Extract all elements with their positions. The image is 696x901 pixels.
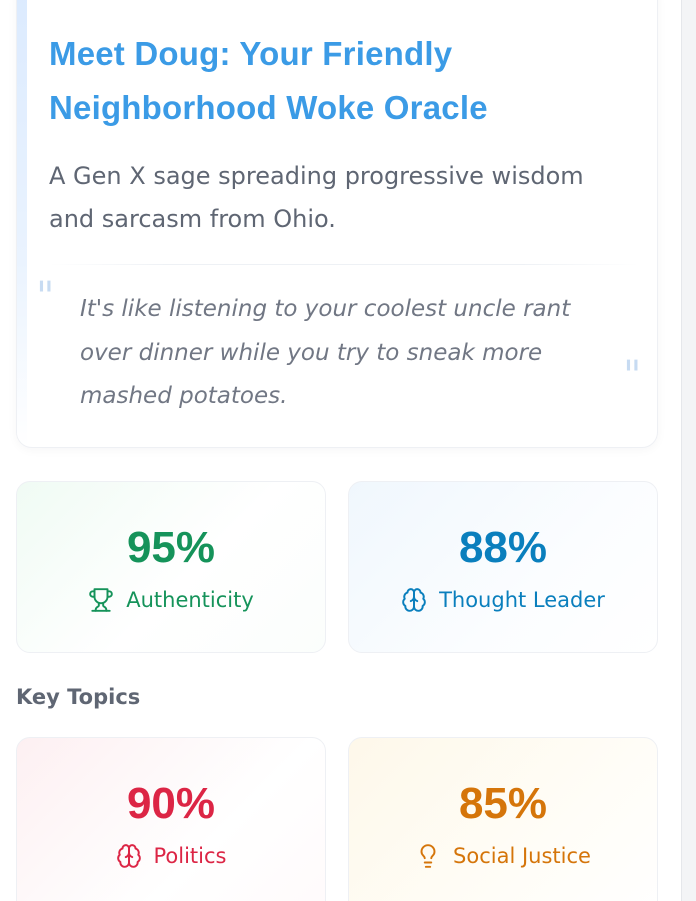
quote-open-icon: " xyxy=(36,274,55,320)
topic-card-politics: 90% Politics xyxy=(16,737,326,901)
topic-value: 85% xyxy=(458,779,548,828)
trophy-icon xyxy=(88,587,114,613)
profile-card: Meet Doug: Your Friendly Neighborhood Wo… xyxy=(16,0,658,448)
topic-label: Social Justice xyxy=(453,844,591,868)
stat-card-thought-leader: 88% Thought Leader xyxy=(348,481,658,653)
quote-close-icon: " xyxy=(623,353,642,399)
testimonial-quote: It's like listening to your coolest uncl… xyxy=(80,296,571,409)
topic-value: 90% xyxy=(126,779,216,828)
key-topics-heading: Key Topics xyxy=(16,685,141,709)
lightbulb-icon xyxy=(415,843,441,869)
stat-card-authenticity: 95% Authenticity xyxy=(16,481,326,653)
brain-icon xyxy=(116,843,142,869)
profile-subtitle: A Gen X sage spreading progressive wisdo… xyxy=(49,162,584,233)
stat-value: 95% xyxy=(126,523,216,572)
page: Meet Doug: Your Friendly Neighborhood Wo… xyxy=(0,0,696,901)
stat-label: Authenticity xyxy=(126,588,254,612)
stat-label: Thought Leader xyxy=(439,588,605,612)
topic-label-row: Politics xyxy=(17,841,325,871)
stat-value: 88% xyxy=(458,523,548,572)
divider xyxy=(49,264,639,265)
card-accent-bar xyxy=(17,0,27,447)
scrollbar[interactable] xyxy=(681,0,696,901)
topic-label-row: Social Justice xyxy=(349,841,657,871)
topic-card-social-justice: 85% Social Justice xyxy=(348,737,658,901)
stat-label-row: Authenticity xyxy=(17,585,325,615)
topic-label: Politics xyxy=(153,844,227,868)
profile-title: Meet Doug: Your Friendly Neighborhood Wo… xyxy=(49,35,488,126)
brain-icon xyxy=(401,587,427,613)
stat-label-row: Thought Leader xyxy=(349,585,657,615)
